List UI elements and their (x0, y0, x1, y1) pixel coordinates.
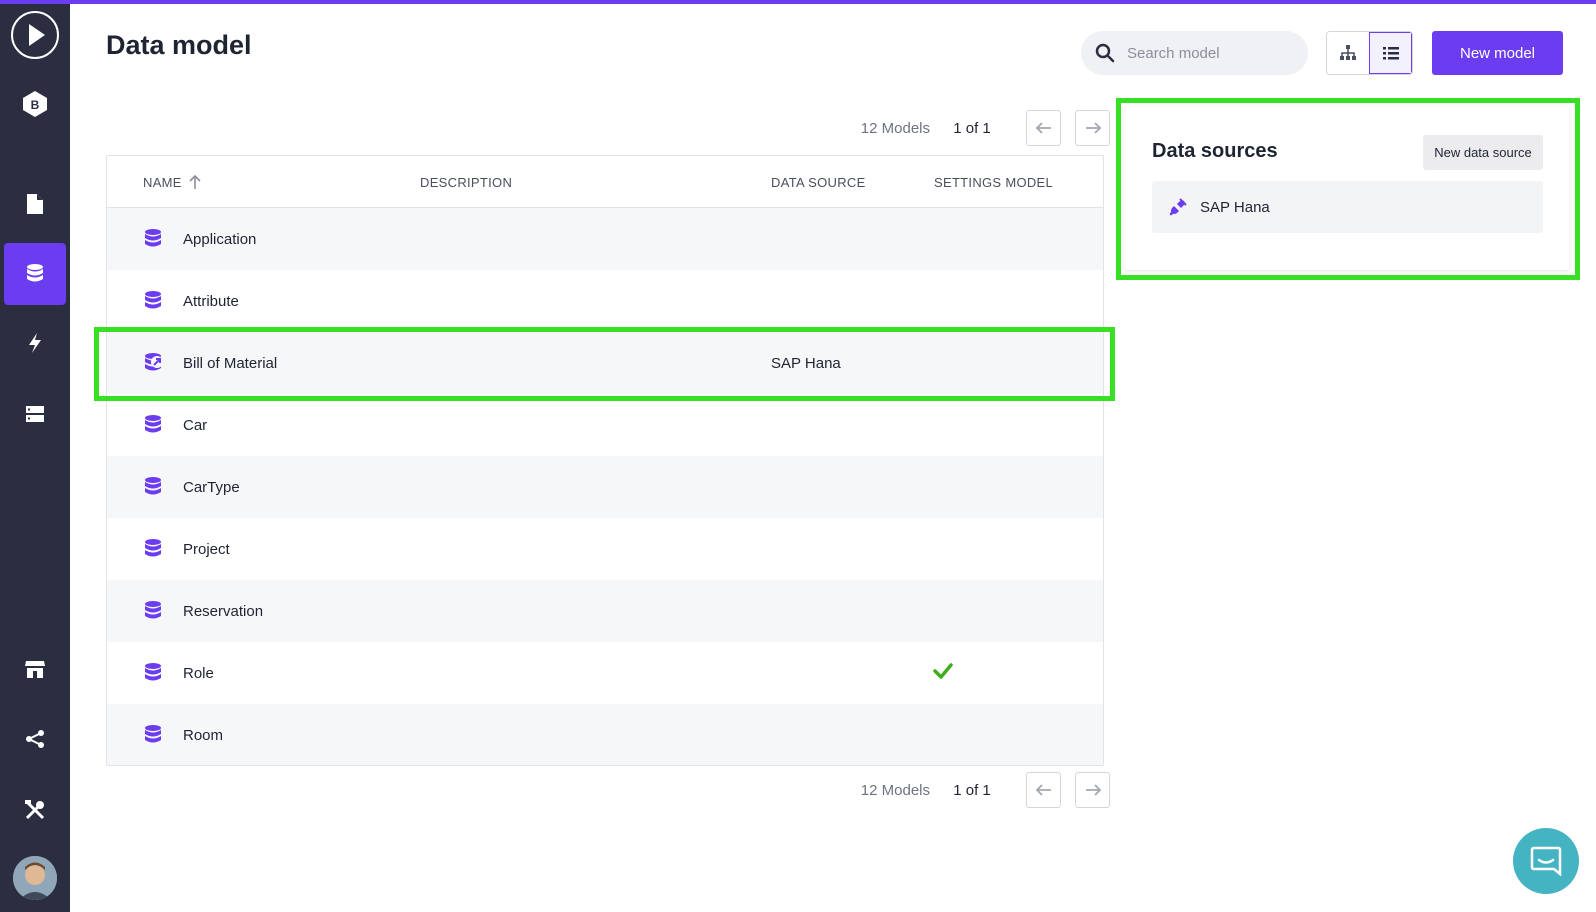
table-row[interactable]: Role (107, 642, 1103, 704)
arrow-right-icon (1085, 784, 1101, 796)
page-indicator: 1 of 1 (953, 119, 991, 137)
prev-page-button[interactable] (1026, 772, 1061, 808)
data-sources-title: Data sources (1152, 140, 1278, 162)
model-data-source: SAP Hana (771, 354, 841, 372)
next-page-button[interactable] (1075, 772, 1110, 808)
list-icon (1382, 47, 1399, 60)
models-table: NAME DESCRIPTION DATA SOURCE SETTINGS MO… (106, 155, 1104, 766)
search-box[interactable] (1081, 31, 1308, 75)
sidebar-item-pages[interactable] (4, 173, 66, 235)
top-accent-bar (0, 0, 1596, 4)
model-name: Project (183, 540, 230, 558)
store-icon (25, 661, 45, 678)
sidebar-item-share[interactable] (4, 708, 66, 770)
view-toggle (1326, 31, 1413, 75)
sidebar-item-budibase[interactable]: B (4, 73, 66, 135)
database-icon (145, 415, 161, 433)
model-name: Bill of Material (183, 354, 278, 372)
plug-icon (1169, 198, 1187, 216)
sidebar-item-data-model[interactable] (4, 243, 66, 305)
lightning-icon (29, 333, 41, 353)
arrow-left-icon (1035, 122, 1051, 134)
list-view-button[interactable] (1369, 32, 1412, 74)
user-avatar-image (13, 856, 57, 900)
pagination-bottom: 12 Models 1 of 1 (840, 772, 1110, 808)
database-icon (145, 663, 161, 681)
diagram-icon (1340, 45, 1357, 60)
model-name: Reservation (183, 602, 264, 620)
chat-launcher-button[interactable] (1513, 828, 1579, 894)
data-source-name: SAP Hana (1200, 198, 1270, 216)
search-input[interactable] (1127, 44, 1297, 62)
sidebar-item-actions[interactable] (4, 312, 66, 374)
checkmark-icon (933, 663, 953, 679)
database-icon (145, 725, 161, 743)
model-count: 12 Models (860, 119, 930, 137)
database-icon (145, 291, 161, 309)
column-header-name[interactable]: NAME (143, 156, 202, 208)
diagram-view-button[interactable] (1327, 32, 1370, 74)
database-icon (145, 477, 161, 495)
budibase-logo-icon: B (23, 91, 47, 117)
table-row[interactable]: Attribute (107, 270, 1103, 332)
table-row[interactable]: Reservation (107, 580, 1103, 642)
server-icon (26, 406, 44, 422)
database-icon (27, 264, 43, 282)
model-count: 12 Models (860, 781, 930, 799)
new-data-source-button[interactable]: New data source (1423, 135, 1543, 170)
database-icon (145, 539, 161, 557)
pagination-top: 12 Models 1 of 1 (840, 110, 1110, 146)
model-name: Car (183, 416, 208, 434)
table-row[interactable]: Car (107, 394, 1103, 456)
model-name: CarType (183, 478, 240, 496)
model-name: Room (183, 726, 224, 744)
prev-page-button[interactable] (1026, 110, 1061, 146)
sidebar-item-tools[interactable] (4, 779, 66, 841)
avatar[interactable] (13, 856, 57, 900)
model-name: Role (183, 664, 214, 682)
svg-text:B: B (31, 98, 40, 112)
chat-icon (1530, 846, 1562, 876)
table-row[interactable]: Bill of Material SAP Hana (107, 332, 1103, 394)
sidebar-item-servers[interactable] (4, 383, 66, 445)
model-name: Application (183, 230, 257, 248)
share-icon (26, 730, 44, 748)
data-sources-panel: Data sources New data source SAP Hana (1124, 107, 1569, 270)
column-header-settings-model: SETTINGS MODEL (934, 174, 1054, 190)
column-header-description: DESCRIPTION (420, 174, 513, 190)
database-icon (145, 601, 161, 619)
external-source-icon (145, 353, 163, 371)
database-icon (145, 229, 161, 247)
tools-icon (25, 800, 45, 820)
new-model-button[interactable]: New model (1432, 31, 1563, 75)
column-header-data-source: DATA SOURCE (771, 174, 866, 190)
play-button[interactable] (4, 4, 66, 66)
sidebar: B (0, 0, 70, 912)
arrow-left-icon (1035, 784, 1051, 796)
model-name: Attribute (183, 292, 239, 310)
arrow-right-icon (1085, 122, 1101, 134)
sidebar-item-store[interactable] (4, 638, 66, 700)
next-page-button[interactable] (1075, 110, 1110, 146)
table-row[interactable]: Room (107, 704, 1103, 765)
page-title: Data model (106, 30, 252, 60)
page-indicator: 1 of 1 (953, 781, 991, 799)
play-icon (11, 11, 59, 59)
table-row[interactable]: Application (107, 208, 1103, 270)
data-source-item[interactable]: SAP Hana (1152, 181, 1543, 233)
page-icon (27, 194, 43, 214)
table-row[interactable]: Project (107, 518, 1103, 580)
sort-ascending-icon (189, 174, 201, 189)
search-icon (1095, 43, 1115, 63)
table-row[interactable]: CarType (107, 456, 1103, 518)
table-header: NAME DESCRIPTION DATA SOURCE SETTINGS MO… (107, 156, 1103, 208)
